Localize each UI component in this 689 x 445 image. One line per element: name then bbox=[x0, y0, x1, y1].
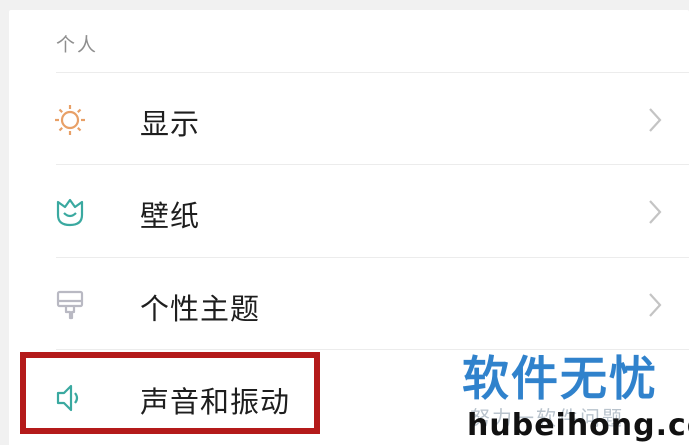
settings-screen: 个人 显示 壁纸 个性主题 声音和振动 软件无忧 努力一软件问题 hubeiho… bbox=[0, 0, 689, 445]
chevron-right-icon bbox=[644, 290, 666, 320]
settings-item-label: 个性主题 bbox=[140, 292, 261, 326]
watermark-url: hubeihong.com bbox=[467, 408, 689, 443]
settings-item-label: 壁纸 bbox=[140, 199, 201, 233]
theme-brush-icon bbox=[53, 288, 87, 322]
wallpaper-icon bbox=[53, 195, 87, 229]
chevron-right-icon bbox=[644, 197, 666, 227]
chevron-right-icon bbox=[644, 105, 666, 135]
brightness-icon bbox=[53, 103, 87, 137]
section-header-personal: 个人 bbox=[56, 34, 99, 56]
highlight-box bbox=[20, 352, 320, 434]
settings-item-label: 显示 bbox=[140, 107, 201, 141]
watermark-brand: 软件无忧 bbox=[462, 352, 658, 407]
settings-item-theme[interactable]: 个性主题 bbox=[9, 258, 689, 350]
settings-item-wallpaper[interactable]: 壁纸 bbox=[9, 165, 689, 257]
settings-item-display[interactable]: 显示 bbox=[9, 73, 689, 165]
